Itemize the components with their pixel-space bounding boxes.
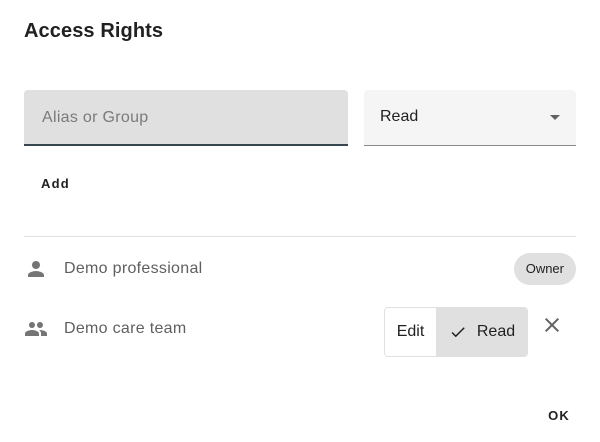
member-row: Demo professional Owner: [24, 249, 576, 289]
permission-toggle-group: Edit Read: [384, 307, 528, 357]
owner-badge: Owner: [513, 253, 576, 285]
close-icon[interactable]: [540, 313, 564, 337]
edit-toggle[interactable]: Edit: [385, 308, 437, 356]
read-toggle[interactable]: Read: [437, 308, 527, 356]
group-icon: [25, 322, 47, 336]
permission-select-value: Read: [380, 108, 419, 125]
ok-button[interactable]: OK: [540, 404, 578, 427]
divider: [24, 236, 576, 237]
check-icon: [451, 327, 465, 338]
edit-toggle-label: Edit: [396, 323, 425, 340]
member-name: Demo professional: [64, 260, 203, 277]
permission-select[interactable]: Read: [364, 90, 576, 146]
access-rights-dialog: Access Rights Read Add Demo professional…: [0, 0, 600, 442]
add-button[interactable]: Add: [30, 170, 81, 197]
read-toggle-label: Read: [476, 323, 516, 340]
dropdown-arrow-icon: [550, 115, 560, 120]
member-row: Demo care team Edit Read: [24, 307, 576, 357]
member-name: Demo care team: [64, 320, 187, 337]
alias-field[interactable]: [24, 90, 348, 146]
person-icon: [28, 261, 44, 277]
alias-input[interactable]: [40, 106, 334, 130]
dialog-title: Access Rights: [24, 20, 164, 42]
